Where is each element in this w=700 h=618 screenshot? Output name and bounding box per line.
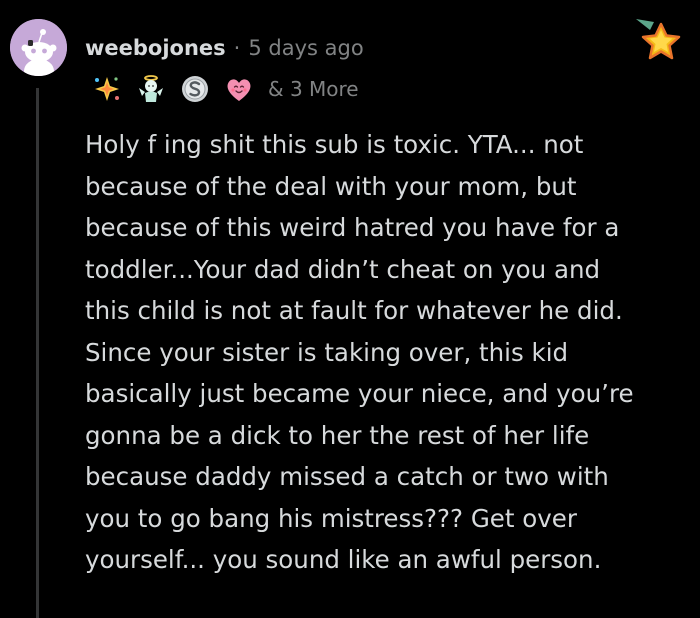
more-awards-link[interactable]: & 3 More: [268, 77, 359, 101]
comment-body-line: gonna be a dick to her the rest of her l…: [85, 420, 590, 450]
user-avatar[interactable]: [10, 19, 67, 76]
separator-dot: ·: [233, 36, 241, 60]
star-award-icon[interactable]: [634, 16, 684, 66]
comment-body-line: yourself... you sound like an awful pers…: [85, 545, 602, 574]
sparkle-burst-award-icon[interactable]: [92, 74, 122, 104]
comment: weebojones · 5 days ago & 3 More Holy f …: [0, 0, 700, 618]
timestamp: 5 days ago: [248, 36, 364, 60]
angel-award-icon[interactable]: [136, 74, 166, 104]
silver-s-award-icon[interactable]: [180, 74, 210, 104]
comment-body-line: basically just became your niece, and yo…: [85, 379, 634, 408]
comment-body-line: because daddy missed a catch or two with: [85, 462, 609, 491]
heart-face-award-icon[interactable]: [224, 74, 254, 104]
username[interactable]: weebojones: [85, 36, 226, 60]
snoo-avatar-icon: [10, 19, 67, 76]
comment-body-line: because of this weird hatred you have fo…: [85, 213, 620, 242]
comment-body-line: because of the deal with your mom, but: [85, 171, 577, 201]
comment-body-line: this child is not at fault for whatever …: [85, 296, 623, 325]
awards-row: & 3 More: [92, 72, 359, 106]
comment-header: weebojones · 5 days ago: [85, 32, 364, 64]
comment-body-line: Since your sister is taking over, this k…: [85, 337, 569, 367]
comment-body-line: toddler...Your dad didn’t cheat on you a…: [85, 254, 601, 284]
comment-body-line: Holy f ing shit this sub is toxic. YTA..…: [85, 130, 584, 159]
comment-body-line: you to go bang his mistress??? Get over: [85, 503, 577, 533]
thread-line[interactable]: [36, 88, 39, 618]
comment-body: Holy f ing shit this sub is toxic. YTA..…: [85, 124, 685, 581]
